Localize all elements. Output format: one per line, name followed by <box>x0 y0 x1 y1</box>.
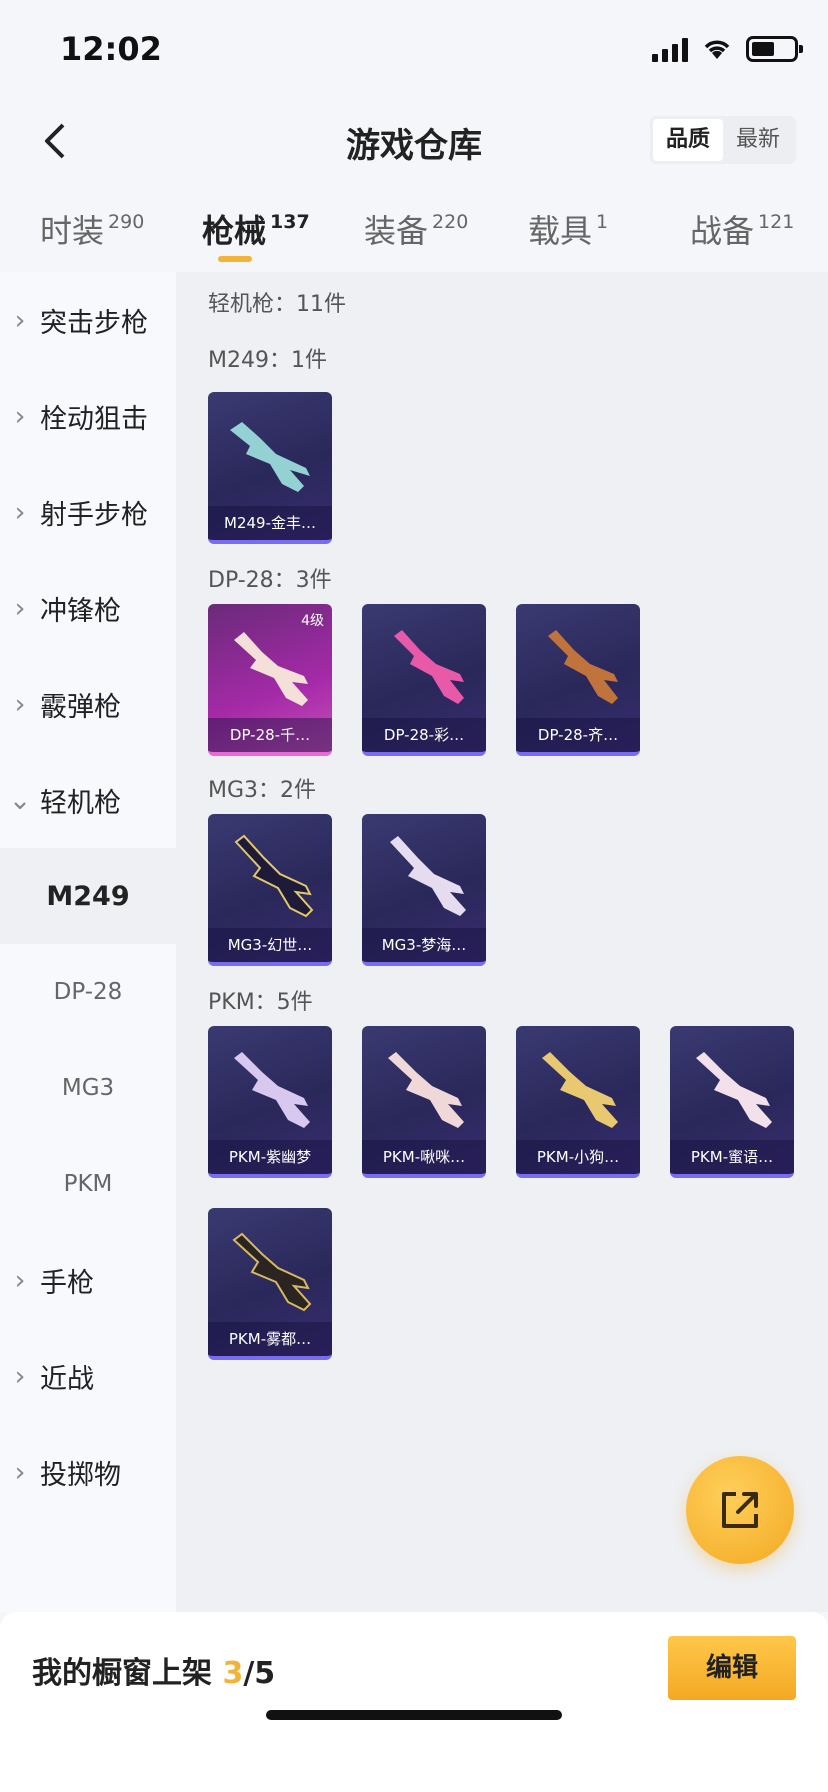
category-tabs: 时装 290 枪械 137 装备 220 载具 1 战备 121 <box>0 196 828 266</box>
lmg-skin-icon <box>394 630 464 704</box>
weapon-card[interactable]: 4级 DP-28-千… <box>208 604 332 756</box>
weapon-card-name: PKM-紫幽梦 <box>208 1140 332 1174</box>
tab-outfits[interactable]: 时装 290 <box>40 206 144 252</box>
lmg-skin-icon <box>232 1232 312 1312</box>
tab-vehicles[interactable]: 载具 1 <box>528 206 608 252</box>
weapon-card[interactable]: PKM-小狗… <box>516 1026 640 1178</box>
wifi-icon <box>704 40 730 59</box>
weapon-card[interactable]: MG3-幻世… <box>208 814 332 966</box>
weapon-card-name: DP-28-千… <box>208 718 332 752</box>
weapon-card[interactable]: MG3-梦海… <box>362 814 486 966</box>
chevron-right-icon: › <box>14 400 26 432</box>
chevron-right-icon: › <box>14 1456 26 1488</box>
weapon-card-name: MG3-幻世… <box>208 928 332 962</box>
lmg-skin-icon <box>234 834 314 918</box>
tab-equipment[interactable]: 装备 220 <box>364 206 468 252</box>
lmg-skin-icon <box>390 836 466 916</box>
share-button[interactable] <box>686 1456 794 1564</box>
sidebar-item-bolt-sniper[interactable]: › 栓动狙击 <box>0 368 176 464</box>
sidebar-subitem-dp28[interactable]: DP-28 <box>0 944 176 1040</box>
showcase-bar: 我的橱窗上架 3/5 编辑 <box>0 1612 828 1792</box>
weapon-card[interactable]: DP-28-彩… <box>362 604 486 756</box>
weapon-card-name: DP-28-彩… <box>362 718 486 752</box>
showcase-status: 我的橱窗上架 3/5 <box>32 1656 276 1691</box>
header: 游戏仓库 品质 最新 <box>0 100 828 184</box>
lmg-skin-icon <box>388 1052 464 1128</box>
group-title-mg3: MG3：2件 <box>208 778 317 803</box>
chevron-right-icon: › <box>14 688 26 720</box>
category-title: 轻机枪：11件 <box>208 292 346 317</box>
sidebar-item-assault-rifle[interactable]: › 突击步枪 <box>0 272 176 368</box>
lmg-skin-icon <box>548 630 618 704</box>
group-title-m249: M249：1件 <box>208 348 327 373</box>
cellular-signal-icon <box>652 36 688 62</box>
sort-option-newest[interactable]: 最新 <box>723 119 793 161</box>
sort-option-quality[interactable]: 品质 <box>653 119 723 161</box>
status-bar: 12:02 <box>0 0 828 100</box>
chevron-right-icon: › <box>14 592 26 624</box>
sidebar-subitem-m249[interactable]: M249 <box>0 848 176 944</box>
lmg-skin-icon <box>234 632 308 706</box>
weapon-card[interactable]: PKM-啾咪… <box>362 1026 486 1178</box>
weapon-list: 轻机枪：11件 M249：1件 M249-金丰… DP-28：3件 4级 DP-… <box>176 272 828 1612</box>
weapon-card-name: MG3-梦海… <box>362 928 486 962</box>
weapon-card[interactable]: PKM-蜜语… <box>670 1026 794 1178</box>
tab-supplies[interactable]: 战备 121 <box>690 206 794 252</box>
weapon-card[interactable]: M249-金丰… <box>208 392 332 544</box>
tab-firearms[interactable]: 枪械 137 <box>202 206 310 252</box>
status-icons <box>652 36 803 62</box>
group-title-pkm: PKM：5件 <box>208 990 313 1015</box>
chevron-right-icon: › <box>14 1264 26 1296</box>
home-indicator[interactable] <box>266 1710 562 1720</box>
share-external-icon <box>722 1492 758 1528</box>
weapon-card[interactable]: PKM-紫幽梦 <box>208 1026 332 1178</box>
sidebar-item-smg[interactable]: › 冲锋枪 <box>0 560 176 656</box>
sidebar-item-lmg[interactable]: ⌄ 轻机枪 <box>0 752 176 848</box>
weapon-card-name: DP-28-齐… <box>516 718 640 752</box>
sidebar-item-throwable[interactable]: › 投掷物 <box>0 1424 176 1520</box>
weapon-card[interactable]: DP-28-齐… <box>516 604 640 756</box>
showcase-total-count: /5 <box>243 1656 276 1691</box>
sidebar-subitem-pkm[interactable]: PKM <box>0 1136 176 1232</box>
sidebar-item-marksman-rifle[interactable]: › 射手步枪 <box>0 464 176 560</box>
lmg-skin-icon <box>696 1052 772 1128</box>
lmg-skin-icon <box>234 1052 310 1128</box>
battery-icon <box>746 36 803 62</box>
sidebar-item-melee[interactable]: › 近战 <box>0 1328 176 1424</box>
weapon-card-name: M249-金丰… <box>208 506 332 540</box>
sidebar-item-shotgun[interactable]: › 霰弹枪 <box>0 656 176 752</box>
weapon-card-name: PKM-啾咪… <box>362 1140 486 1174</box>
weapon-type-sidebar: › 突击步枪 › 栓动狙击 › 射手步枪 › 冲锋枪 › 霰弹枪 ⌄ 轻机枪 M249 DP… <box>0 272 176 1612</box>
chevron-down-icon: ⌄ <box>8 784 32 816</box>
group-title-dp28: DP-28：3件 <box>208 568 332 593</box>
chevron-right-icon: › <box>14 496 26 528</box>
active-tab-indicator <box>218 256 252 262</box>
status-time: 12:02 <box>60 30 162 68</box>
weapon-card-name: PKM-小狗… <box>516 1140 640 1174</box>
showcase-current-count: 3 <box>222 1656 244 1691</box>
sidebar-item-pistol[interactable]: › 手枪 <box>0 1232 176 1328</box>
weapon-card-name: PKM-雾都… <box>208 1322 332 1356</box>
weapon-card-name: PKM-蜜语… <box>670 1140 794 1174</box>
sort-toggle: 品质 最新 <box>650 116 796 164</box>
lmg-skin-icon <box>542 1052 618 1128</box>
edit-button[interactable]: 编辑 <box>668 1636 796 1700</box>
sidebar-subitem-mg3[interactable]: MG3 <box>0 1040 176 1136</box>
chevron-right-icon: › <box>14 304 26 336</box>
chevron-right-icon: › <box>14 1360 26 1392</box>
lmg-skin-icon <box>230 422 310 492</box>
weapon-card[interactable]: PKM-雾都… <box>208 1208 332 1360</box>
